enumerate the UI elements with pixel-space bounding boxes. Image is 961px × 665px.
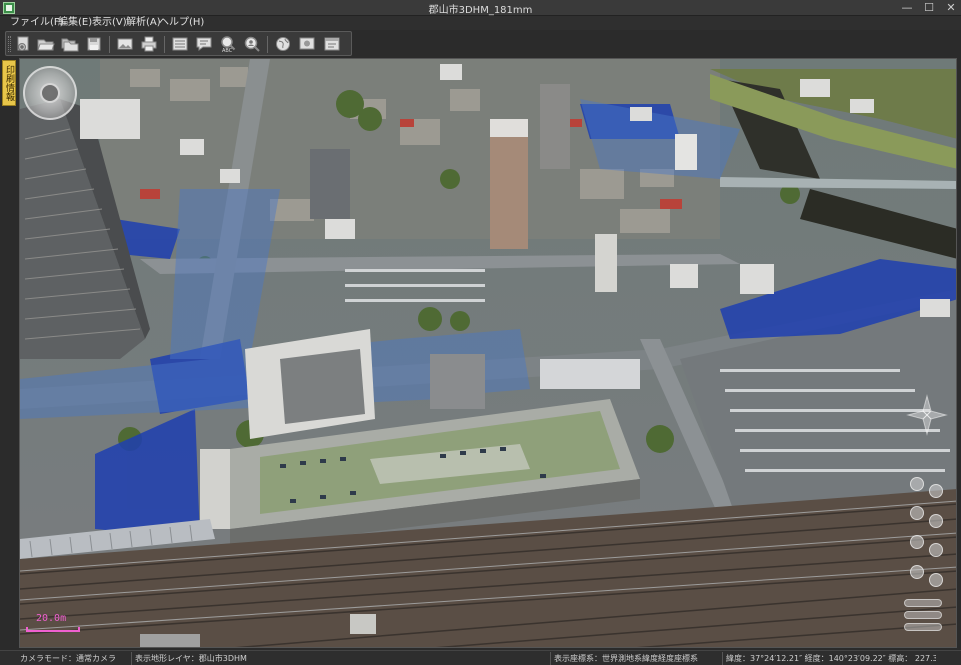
window-title: 郡山市3DHM_181mm (428, 5, 533, 16)
nav-speed-slider-1[interactable] (904, 599, 942, 607)
nav-tilt-up-button[interactable] (910, 506, 924, 520)
open-folder-icon[interactable] (37, 35, 55, 53)
status-position: 緯度：37°24′12.21″ 経度：140°23′09.22″ 標高： 227… (726, 654, 936, 663)
close-button[interactable]: ✕ (940, 0, 961, 16)
map-viewport[interactable]: 20.0m (19, 58, 957, 648)
globe-icon[interactable] (274, 35, 292, 53)
main-toolbar: ABC (5, 31, 352, 56)
comment-icon[interactable] (195, 35, 213, 53)
status-divider (131, 652, 132, 665)
scale-line (26, 627, 80, 632)
menu-bar: ファイル(F) 編集(E) 表示(V) 解析(A) ヘルプ(H) (0, 16, 961, 30)
menu-edit[interactable]: 編集(E) (56, 16, 94, 30)
layer-list-icon[interactable] (171, 35, 189, 53)
search-person-icon[interactable] (243, 35, 261, 53)
svg-text:ABC: ABC (222, 48, 233, 53)
nav-pan-button[interactable] (910, 565, 924, 579)
print-info-tab[interactable]: 印刷情報 (2, 60, 16, 106)
nav-tilt-down-button[interactable] (929, 514, 943, 528)
menu-help[interactable]: ヘルプ(H) (157, 16, 206, 30)
aerial-3d-scene (20, 59, 956, 647)
nav-speed-slider-2[interactable] (904, 611, 942, 619)
minimize-button[interactable]: — (896, 0, 918, 16)
compass-control[interactable] (23, 66, 77, 120)
status-divider (550, 652, 551, 665)
navigation-rose-icon[interactable] (906, 394, 948, 436)
nav-rotate-right-button[interactable] (929, 484, 943, 498)
status-display-layer: 表示地形レイヤ：郡山市3DHM (135, 654, 247, 663)
toolbar-separator (267, 36, 268, 53)
status-coord-system: 表示座標系：世界測地系緯度経度座標系 (554, 654, 698, 663)
menu-view[interactable]: 表示(V) (90, 16, 129, 30)
screen-capture-icon[interactable] (298, 35, 316, 53)
nav-zoom-out-button[interactable] (929, 543, 943, 557)
nav-reset-button[interactable] (929, 573, 943, 587)
toolbar-separator (109, 36, 110, 53)
status-camera-mode: カメラモード：通常カメラ (20, 654, 116, 663)
nav-zoom-in-button[interactable] (910, 535, 924, 549)
print-icon[interactable] (140, 35, 158, 53)
image-export-icon[interactable] (116, 35, 134, 53)
window-panel-icon[interactable] (323, 35, 341, 53)
scale-label: 20.0m (36, 613, 67, 624)
status-divider (722, 652, 723, 665)
status-bar: カメラモード：通常カメラ 表示地形レイヤ：郡山市3DHM 表示座標系：世界測地系… (0, 650, 961, 665)
open-multiple-icon[interactable] (61, 35, 79, 53)
search-text-icon[interactable]: ABC (219, 35, 237, 53)
toolbar-grip[interactable] (8, 36, 11, 52)
nav-rotate-left-button[interactable] (910, 477, 924, 491)
save-icon[interactable] (85, 35, 103, 53)
toolbar-separator (164, 36, 165, 53)
maximize-button[interactable]: ☐ (918, 0, 940, 16)
title-bar: 郡山市3DHM_181mm — ☐ ✕ (0, 0, 961, 16)
scale-bar: 20.0m (26, 613, 82, 633)
compass-center-icon[interactable] (40, 83, 60, 103)
nav-speed-slider-3[interactable] (904, 623, 942, 631)
new-project-icon[interactable] (14, 35, 32, 53)
